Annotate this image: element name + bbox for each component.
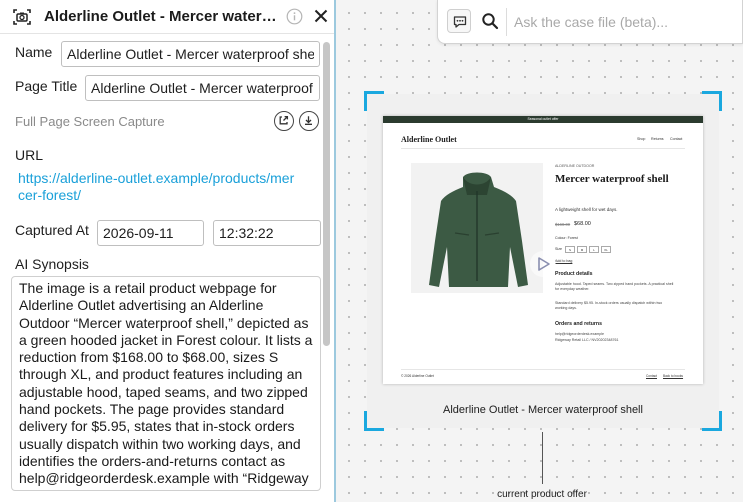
- case-file-search-input[interactable]: [514, 11, 736, 33]
- panel-title: Alderline Outlet - Mercer waterpro...: [44, 8, 284, 25]
- connector-line: [542, 432, 543, 484]
- capture-card-caption: Alderline Outlet - Mercer waterproof she…: [443, 404, 643, 416]
- thumb-nav-shop: Shop: [637, 137, 646, 141]
- thumb-orders-company: Ridgeway Retail LLC / NV20202348761: [555, 338, 619, 342]
- thumb-logo: Alderline Outlet: [401, 135, 457, 144]
- name-field[interactable]: [61, 41, 320, 67]
- thumb-brand: ALDERLINE OUTDOOR: [555, 164, 595, 168]
- thumb-footer-back: Back to books: [663, 374, 684, 378]
- download-icon: [305, 116, 312, 125]
- case-file-search-bar: [437, 0, 743, 44]
- info-icon[interactable]: [286, 8, 303, 25]
- selection-corner-top-right[interactable]: [702, 91, 722, 111]
- thumb-add-to-bag: Add to bag: [555, 259, 573, 263]
- search-divider: [506, 8, 507, 36]
- thumb-product-title: Mercer waterproof shell: [555, 173, 669, 185]
- page-title-label: Page Title: [15, 78, 78, 94]
- close-icon[interactable]: [313, 8, 329, 24]
- captured-time-field[interactable]: [213, 220, 321, 246]
- thumb-header-rule: [401, 148, 685, 149]
- captured-at-label: Captured At: [15, 222, 89, 238]
- url-label: URL: [15, 147, 44, 163]
- thumb-colour: Colour: Forest: [555, 236, 578, 240]
- jacket-image: [429, 172, 528, 287]
- play-icon[interactable]: [529, 250, 557, 278]
- panel-header: Alderline Outlet - Mercer waterpro...: [0, 0, 334, 34]
- thumb-size-m: M: [577, 246, 587, 253]
- thumb-orders-heading: Orders and returns: [555, 321, 602, 327]
- panel-scrollbar-thumb[interactable]: [323, 42, 330, 346]
- download-button[interactable]: [299, 111, 319, 131]
- thumb-old-price: $168.00: [555, 222, 571, 227]
- thumb-new-price: $68.00: [574, 221, 591, 227]
- thumb-nav-contact: Contact: [670, 137, 683, 141]
- capture-details-panel: Alderline Outlet - Mercer waterpro... Na…: [0, 0, 336, 502]
- url-link[interactable]: https://alderline-outlet.example/product…: [18, 170, 298, 204]
- connector-label: current product offer: [497, 489, 587, 500]
- ai-synopsis-label: AI Synopsis: [15, 256, 89, 272]
- screen-capture-icon: [13, 9, 31, 25]
- open-external-button[interactable]: [274, 111, 294, 131]
- selection-corner-top-left[interactable]: [364, 91, 384, 111]
- captured-date-field[interactable]: [97, 220, 204, 246]
- captured-date-input[interactable]: [103, 221, 198, 245]
- thumb-size-s: S: [565, 246, 575, 253]
- chat-icon: [453, 16, 467, 28]
- page-title-input[interactable]: [91, 76, 314, 100]
- thumb-orders-email: help@ridgeorderdesk.example: [555, 332, 604, 336]
- thumb-banner: Seasonal outlet offer: [383, 116, 703, 123]
- thumb-details-heading: Product details: [555, 271, 593, 277]
- search-icon[interactable]: [481, 12, 499, 30]
- thumb-footer-rule: [401, 369, 685, 370]
- captured-time-input[interactable]: [219, 221, 315, 245]
- thumb-tagline: A lightweight shell for wet days.: [555, 207, 618, 212]
- capture-type-label: Full Page Screen Capture: [15, 114, 165, 129]
- thumb-product-image: [411, 163, 543, 293]
- name-input[interactable]: [67, 42, 314, 66]
- thumb-delivery-text: Standard delivery $5.95. In-stock orders…: [555, 301, 663, 311]
- ai-synopsis-text[interactable]: The image is a retail product webpage fo…: [11, 276, 321, 491]
- open-external-icon: [279, 115, 289, 125]
- thumb-footer-contact: Contact: [646, 374, 657, 378]
- thumb-size-l: L: [589, 246, 599, 253]
- thumb-size-xl: XL: [601, 246, 611, 253]
- chat-toggle-button[interactable]: [447, 9, 471, 33]
- thumb-footer-copyright: © 2026 Alderline Outlet: [401, 374, 434, 378]
- page-title-field[interactable]: [85, 75, 320, 101]
- thumb-details-text: Adjustable hood. Taped seams. Two zipped…: [555, 282, 674, 292]
- thumb-nav-returns: Returns: [651, 137, 664, 141]
- name-label: Name: [15, 44, 53, 60]
